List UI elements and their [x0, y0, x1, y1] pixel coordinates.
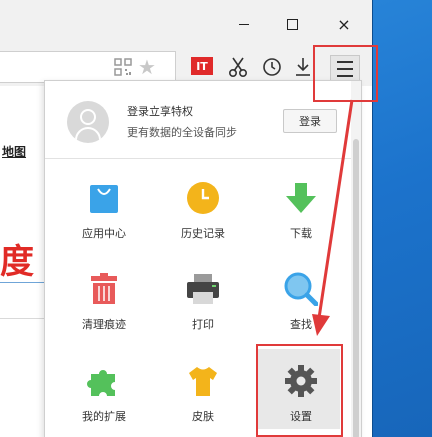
- annotation-arrow: [312, 99, 354, 336]
